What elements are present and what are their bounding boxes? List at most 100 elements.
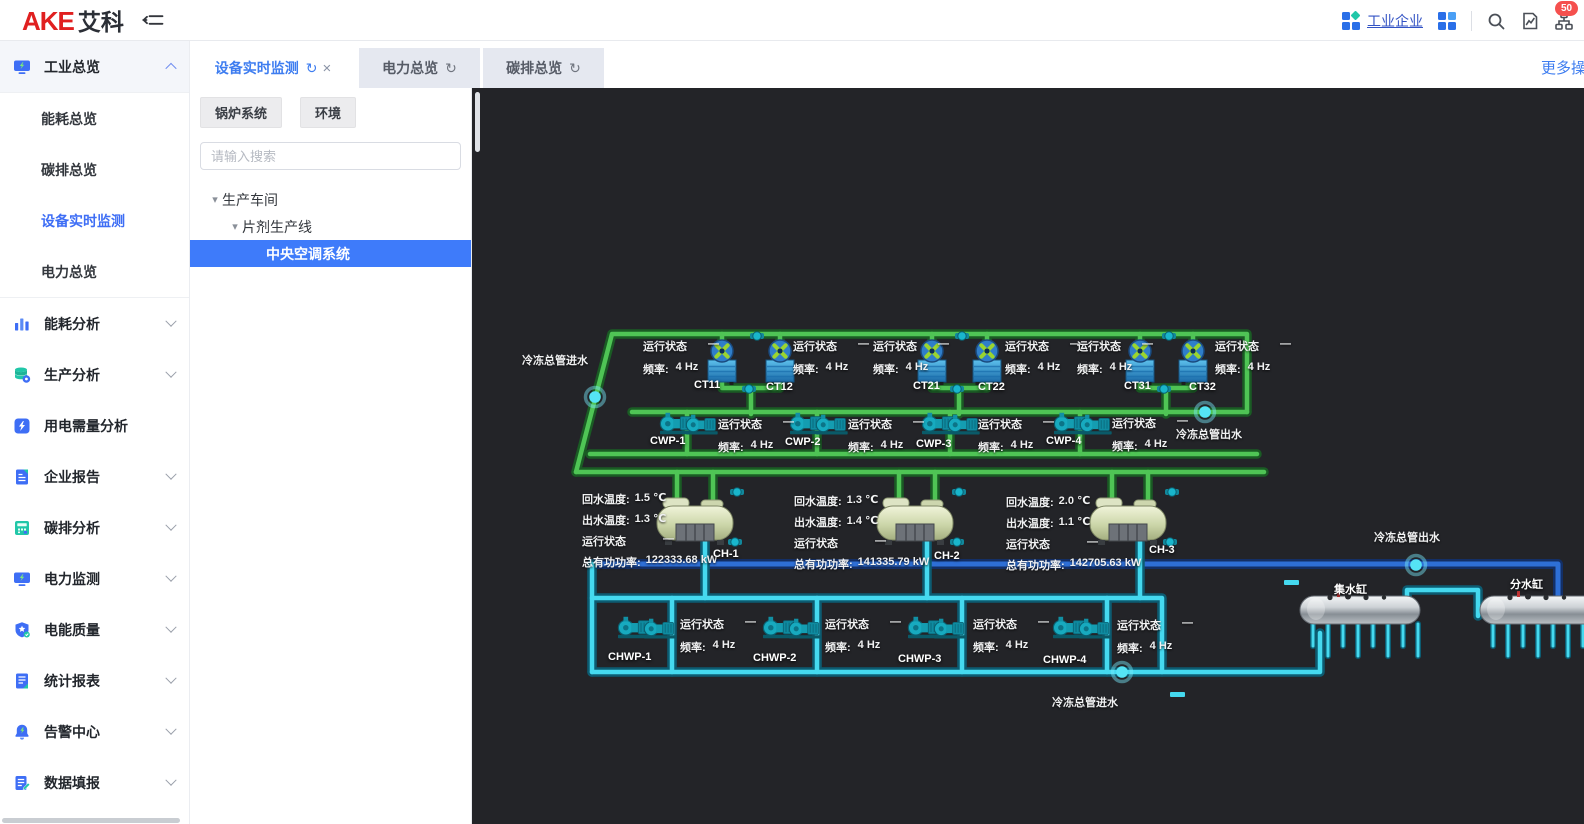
- distributor-tank[interactable]: [1479, 590, 1584, 625]
- collapse-sidebar-icon[interactable]: [142, 11, 164, 29]
- tab-power-overview[interactable]: 电力总览 ↻: [359, 48, 480, 88]
- document-icon: [16, 673, 28, 688]
- header-actions: 工业企业 50: [1341, 0, 1578, 41]
- tank-drop-pipes: [1311, 622, 1584, 658]
- more-actions-link[interactable]: 更多操作: [1541, 57, 1584, 78]
- workspace-grid-icon[interactable]: [1437, 11, 1457, 31]
- refresh-icon[interactable]: ↻: [569, 60, 581, 77]
- valve-fitting: [949, 537, 965, 547]
- boiler-system-button[interactable]: 锅炉系统: [200, 97, 283, 128]
- sidebar-item-power-quality[interactable]: 电能质量: [0, 604, 189, 655]
- chevron-down-icon: [165, 570, 177, 582]
- bar-chart-icon: [15, 318, 29, 330]
- sidebar-item-industry-overview[interactable]: 工业总览: [0, 41, 189, 92]
- sidebar-item-label: 设备实时监测: [41, 212, 125, 229]
- monitor-bolt-icon: [14, 60, 30, 74]
- cwp1-name: CWP-1: [650, 435, 686, 447]
- calculator-icon: [15, 520, 29, 535]
- form-edit-icon: [15, 775, 31, 790]
- environment-button[interactable]: 环境: [300, 97, 357, 128]
- ch1-name: CH-1: [713, 548, 739, 560]
- cooling-tower-ct22[interactable]: [971, 337, 1003, 387]
- trend-report-icon[interactable]: [1520, 11, 1540, 31]
- sidebar-item-label: 电能质量: [44, 621, 100, 638]
- pipe-label-left-inlet: 冷冻总管进水: [522, 355, 588, 367]
- sidebar-item-carbon-overview[interactable]: 碳排总览: [0, 144, 189, 195]
- tree-node-tablet-line[interactable]: ▾ 片剂生产线: [190, 213, 471, 240]
- sidebar-item-energy-analysis[interactable]: 能耗分析: [0, 298, 189, 349]
- ch1-data-label: 回水温度: 1.5 ℃ 出水温度: 1.3 ℃ 运行状态 — 总有功功率: 122333…: [582, 492, 718, 569]
- close-icon[interactable]: ×: [322, 60, 331, 77]
- tree-node-central-ac[interactable]: 中央空调系统: [190, 240, 471, 267]
- apps-grid-icon: [1342, 10, 1360, 30]
- device-tree-panel: 锅炉系统 环境 ▾ 生产车间 ▾ 片剂生产线 中央空调系统: [190, 88, 480, 824]
- ct31-status-label: 运行状态 — 频率: 4 Hz: [1077, 338, 1153, 376]
- sidebar-item-label: 统计报表: [44, 672, 100, 689]
- sidebar-item-label: 电力监测: [44, 570, 100, 587]
- ct21-status-label: 运行状态 — 频率: 4 Hz: [873, 338, 949, 376]
- sidebar-item-enterprise-report[interactable]: 企业报告: [0, 451, 189, 502]
- ch2-name: CH-2: [934, 550, 960, 562]
- pipe-label-right-outlet: 冷冻总管出水: [1374, 532, 1440, 544]
- sidebar-item-label: 电力总览: [41, 263, 97, 280]
- sidebar-item-energy-overview[interactable]: 能耗总览: [0, 93, 189, 144]
- tree-node-workshop[interactable]: ▾ 生产车间: [190, 186, 471, 213]
- alarm-count-badge: 50: [1555, 0, 1578, 16]
- chwp-pump-4[interactable]: [1052, 616, 1112, 640]
- chwp-pump-3[interactable]: [907, 616, 967, 640]
- ct32-status-label: 运行状态 — 频率: 4 Hz: [1215, 338, 1291, 376]
- shield-star-icon: [15, 621, 30, 637]
- tab-label: 设备实时监测: [214, 60, 299, 76]
- sidebar-item-alarm-center[interactable]: 告警中心: [0, 706, 189, 757]
- vertical-scrollbar[interactable]: [475, 92, 480, 152]
- main-sidebar: 工业总览 能耗总览 碳排总览 设备实时监测 电力总览 能耗分析 生产分析 用电需…: [0, 41, 190, 824]
- tab-device-monitor[interactable]: 设备实时监测 ↻ ×: [190, 48, 356, 88]
- scada-diagram: [571, 329, 1584, 697]
- sidebar-item-production-analysis[interactable]: 生产分析: [0, 349, 189, 400]
- caret-down-icon[interactable]: ▾: [208, 193, 222, 206]
- pipe-fitting: [1156, 384, 1172, 394]
- caret-down-icon[interactable]: ▾: [228, 220, 242, 233]
- device-tree: ▾ 生产车间 ▾ 片剂生产线 中央空调系统: [190, 186, 471, 267]
- valve-fitting: [1164, 487, 1180, 497]
- chevron-down-icon: [165, 723, 177, 735]
- cooling-tower-ct12[interactable]: [764, 337, 796, 387]
- ct11-name: CT11: [694, 379, 721, 391]
- tab-carbon-overview[interactable]: 碳排总览 ↻: [483, 48, 604, 88]
- valve-fitting: [727, 537, 743, 547]
- sidebar-item-data-entry[interactable]: 数据填报: [0, 757, 189, 808]
- app-logo: AKE 艾科: [22, 3, 124, 37]
- collector-tank-label: 集水缸: [1334, 584, 1367, 596]
- refresh-icon[interactable]: ↻: [445, 60, 457, 77]
- valve-fitting: [729, 487, 745, 497]
- sidebar-item-carbon-analysis[interactable]: 碳排分析: [0, 502, 189, 553]
- cwp3-name: CWP-3: [916, 438, 952, 450]
- logo-text-red: AKE: [22, 6, 75, 36]
- sidebar-item-power-demand[interactable]: 用电需量分析: [0, 400, 189, 451]
- database-icon: [15, 367, 31, 383]
- horizontal-scrollbar[interactable]: [2, 818, 180, 823]
- org-structure-icon[interactable]: 50: [1554, 0, 1578, 31]
- search-input[interactable]: [200, 142, 461, 170]
- sidebar-item-statistics-report[interactable]: 统计报表: [0, 655, 189, 706]
- search-icon[interactable]: [1486, 11, 1506, 31]
- cwp4-name: CWP-4: [1046, 435, 1082, 447]
- org-switch[interactable]: 工业企业: [1341, 10, 1423, 31]
- refresh-icon[interactable]: ↻: [306, 60, 318, 77]
- tab-label: 碳排总览: [506, 60, 563, 76]
- chwp-pump-2[interactable]: [762, 616, 822, 640]
- pipe-fitting: [741, 384, 757, 394]
- chwp2-status-label: 运行状态 — 频率: 4 Hz: [825, 616, 901, 654]
- tank-drop-pipes-outline: [1310, 621, 1584, 659]
- sidebar-item-power-monitor[interactable]: 电力监测: [0, 553, 189, 604]
- tree-node-label: 片剂生产线: [242, 218, 312, 235]
- org-link[interactable]: 工业企业: [1367, 11, 1423, 31]
- chevron-down-icon: [165, 774, 177, 786]
- chwp-pump-1[interactable]: [617, 616, 677, 640]
- cooling-tower-ct32[interactable]: [1177, 337, 1209, 387]
- logo-text-dark: 艾科: [77, 9, 124, 35]
- sidebar-item-device-monitor[interactable]: 设备实时监测: [0, 195, 189, 246]
- cwp1-status-label: 运行状态 — 频率: 4 Hz: [718, 416, 794, 454]
- sidebar-item-power-overview[interactable]: 电力总览: [0, 246, 189, 297]
- pipe-fitting: [949, 384, 965, 394]
